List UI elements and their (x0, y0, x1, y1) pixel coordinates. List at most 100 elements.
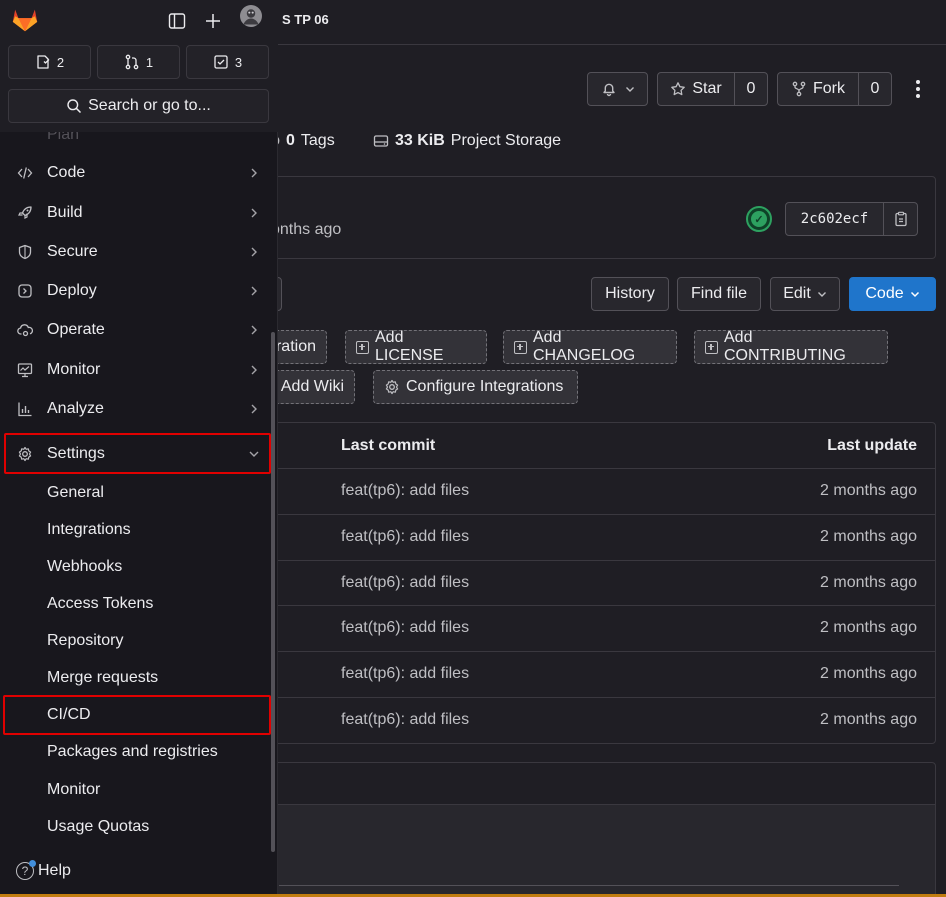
table-row[interactable]: feat(tp6): add files 2 months ago (259, 469, 935, 515)
copy-sha-button[interactable] (884, 203, 917, 235)
code-icon (17, 167, 33, 179)
merge-requests-count-button[interactable]: 1 (97, 45, 180, 79)
storage-stat[interactable]: 33 KiB Project Storage (373, 132, 561, 150)
code-dropdown[interactable]: Code (849, 277, 936, 311)
commit-message-link[interactable]: feat(tp6): add files (341, 665, 469, 683)
table-row[interactable]: feat(tp6): add files 2 months ago (259, 606, 935, 653)
tags-stat[interactable]: ↄ 0 Tags (272, 132, 335, 150)
star-count[interactable]: 0 (735, 73, 767, 105)
star-button[interactable]: Star (658, 73, 734, 105)
table-row[interactable]: feat(tp6): add files 2 months ago (259, 698, 935, 744)
chevron-right-icon (251, 404, 257, 414)
chevron-right-icon (251, 208, 257, 218)
readme-body (259, 805, 935, 897)
add-integration-label: ration (275, 338, 316, 355)
add-contributing-button[interactable]: Add CONTRIBUTING (694, 329, 888, 364)
fork-count[interactable]: 0 (859, 73, 891, 105)
sidebar-subitem-access-tokens[interactable]: Access Tokens (47, 595, 153, 613)
sidebar-subitem-webhooks[interactable]: Webhooks (47, 558, 122, 576)
more-actions-icon[interactable] (909, 78, 927, 100)
avatar[interactable] (238, 5, 264, 27)
fork-button[interactable]: Fork (778, 73, 858, 105)
sidebar-item-monitor[interactable]: Monitor (6, 351, 270, 389)
plus-square-icon (514, 340, 527, 354)
add-license-button[interactable]: Add LICENSE (345, 329, 487, 364)
sidebar-item-code[interactable]: Code (6, 154, 270, 192)
settings-highlight (4, 433, 271, 474)
sidebar-subitem-usage-quotas[interactable]: Usage Quotas (47, 818, 149, 836)
sidebar: 2 1 3 Search or go to... Plan Code Build… (0, 0, 278, 897)
sidebar-item-analyze[interactable]: Analyze (6, 390, 270, 428)
commit-sha[interactable]: 2c602ecf (786, 203, 884, 235)
sidebar-subitem-integrations[interactable]: Integrations (47, 521, 131, 539)
sidebar-scrollbar[interactable] (271, 332, 275, 852)
add-license-label: Add LICENSE (375, 329, 444, 364)
plus-square-icon (356, 340, 369, 354)
storage-size: 33 KiB (395, 132, 445, 149)
sidebar-subitem-repository[interactable]: Repository (47, 632, 123, 650)
edit-dropdown[interactable]: Edit (770, 277, 840, 311)
gitlab-logo-icon[interactable] (10, 4, 40, 34)
configure-integrations-button[interactable]: Configure Integrations (373, 370, 578, 404)
sidebar-subitem-merge-requests[interactable]: Merge requests (47, 669, 158, 687)
chevron-down-icon (910, 291, 919, 298)
chevron-right-icon (251, 365, 257, 375)
table-row[interactable]: feat(tp6): add files 2 months ago (259, 652, 935, 698)
sidebar-subitem-monitor[interactable]: Monitor (47, 781, 100, 799)
commit-message-link[interactable]: feat(tp6): add files (341, 482, 469, 500)
sidebar-item-deploy[interactable]: Deploy (6, 272, 270, 310)
fork-button-group: Fork 0 (777, 72, 892, 106)
sidebar-subitem-packages[interactable]: Packages and registries (47, 743, 218, 761)
todos-count-button[interactable]: 3 (186, 45, 269, 79)
col-last-commit: Last commit (341, 437, 436, 454)
commit-message-link[interactable]: feat(tp6): add files (341, 619, 469, 637)
help-label: Help (38, 862, 71, 879)
table-row[interactable]: feat(tp6): add files 2 months ago (259, 515, 935, 561)
add-wiki-label: Add Wiki (280, 378, 344, 395)
sidebar-item-operate[interactable]: Operate (6, 311, 270, 349)
issues-icon (37, 55, 50, 69)
search-label: Search or go to... (88, 97, 211, 114)
sidebar-item-secure[interactable]: Secure (6, 233, 270, 271)
todos-count: 3 (234, 54, 243, 70)
breadcrumb-project[interactable]: S TP 06 (282, 12, 329, 27)
merge-requests-count: 1 (145, 54, 154, 70)
pipeline-status-icon[interactable]: ✓ (746, 206, 772, 232)
collapse-sidebar-icon[interactable] (168, 10, 186, 32)
search-icon (67, 99, 82, 114)
history-label: History (605, 285, 655, 302)
shield-icon (18, 244, 32, 260)
history-button[interactable]: History (591, 277, 669, 311)
notification-dropdown[interactable] (587, 72, 648, 106)
last-update: 2 months ago (820, 710, 917, 728)
file-table: Last commit Last update feat(tp6): add f… (258, 422, 936, 744)
sidebar-subitem-general[interactable]: General (47, 484, 104, 502)
last-update: 2 months ago (820, 573, 917, 591)
issues-count-button[interactable]: 2 (8, 45, 91, 79)
commit-message-link[interactable]: feat(tp6): add files (341, 574, 469, 592)
col-last-update: Last update (827, 437, 917, 454)
file-table-header: Last commit Last update (259, 423, 935, 469)
edit-label: Edit (783, 285, 811, 302)
sidebar-item-label: Analyze (47, 400, 104, 417)
last-update: 2 months ago (820, 482, 917, 499)
search-button[interactable]: Search or go to... (8, 89, 269, 123)
monitor-icon (17, 363, 33, 378)
bell-icon (602, 83, 615, 97)
find-file-button[interactable]: Find file (677, 277, 761, 311)
table-row[interactable]: feat(tp6): add files 2 months ago (259, 561, 935, 607)
clipboard-icon (894, 211, 907, 227)
help-button[interactable]: ? Help (16, 860, 71, 880)
commit-message-link[interactable]: feat(tp6): add files (341, 711, 469, 729)
chevron-down-icon (625, 87, 634, 92)
code-label: Code (865, 285, 904, 302)
readme-divider (279, 885, 899, 886)
last-commit-panel: onths ago ✓ 2c602ecf (258, 176, 936, 259)
configure-integrations-label: Configure Integrations (406, 378, 564, 395)
sidebar-item-build[interactable]: Build (6, 194, 270, 232)
plus-icon[interactable] (204, 10, 222, 32)
commit-message-link[interactable]: feat(tp6): add files (341, 528, 469, 546)
sidebar-item-label: Code (47, 164, 86, 181)
add-changelog-button[interactable]: Add CHANGELOG (503, 329, 677, 364)
last-update: 2 months ago (820, 527, 917, 545)
